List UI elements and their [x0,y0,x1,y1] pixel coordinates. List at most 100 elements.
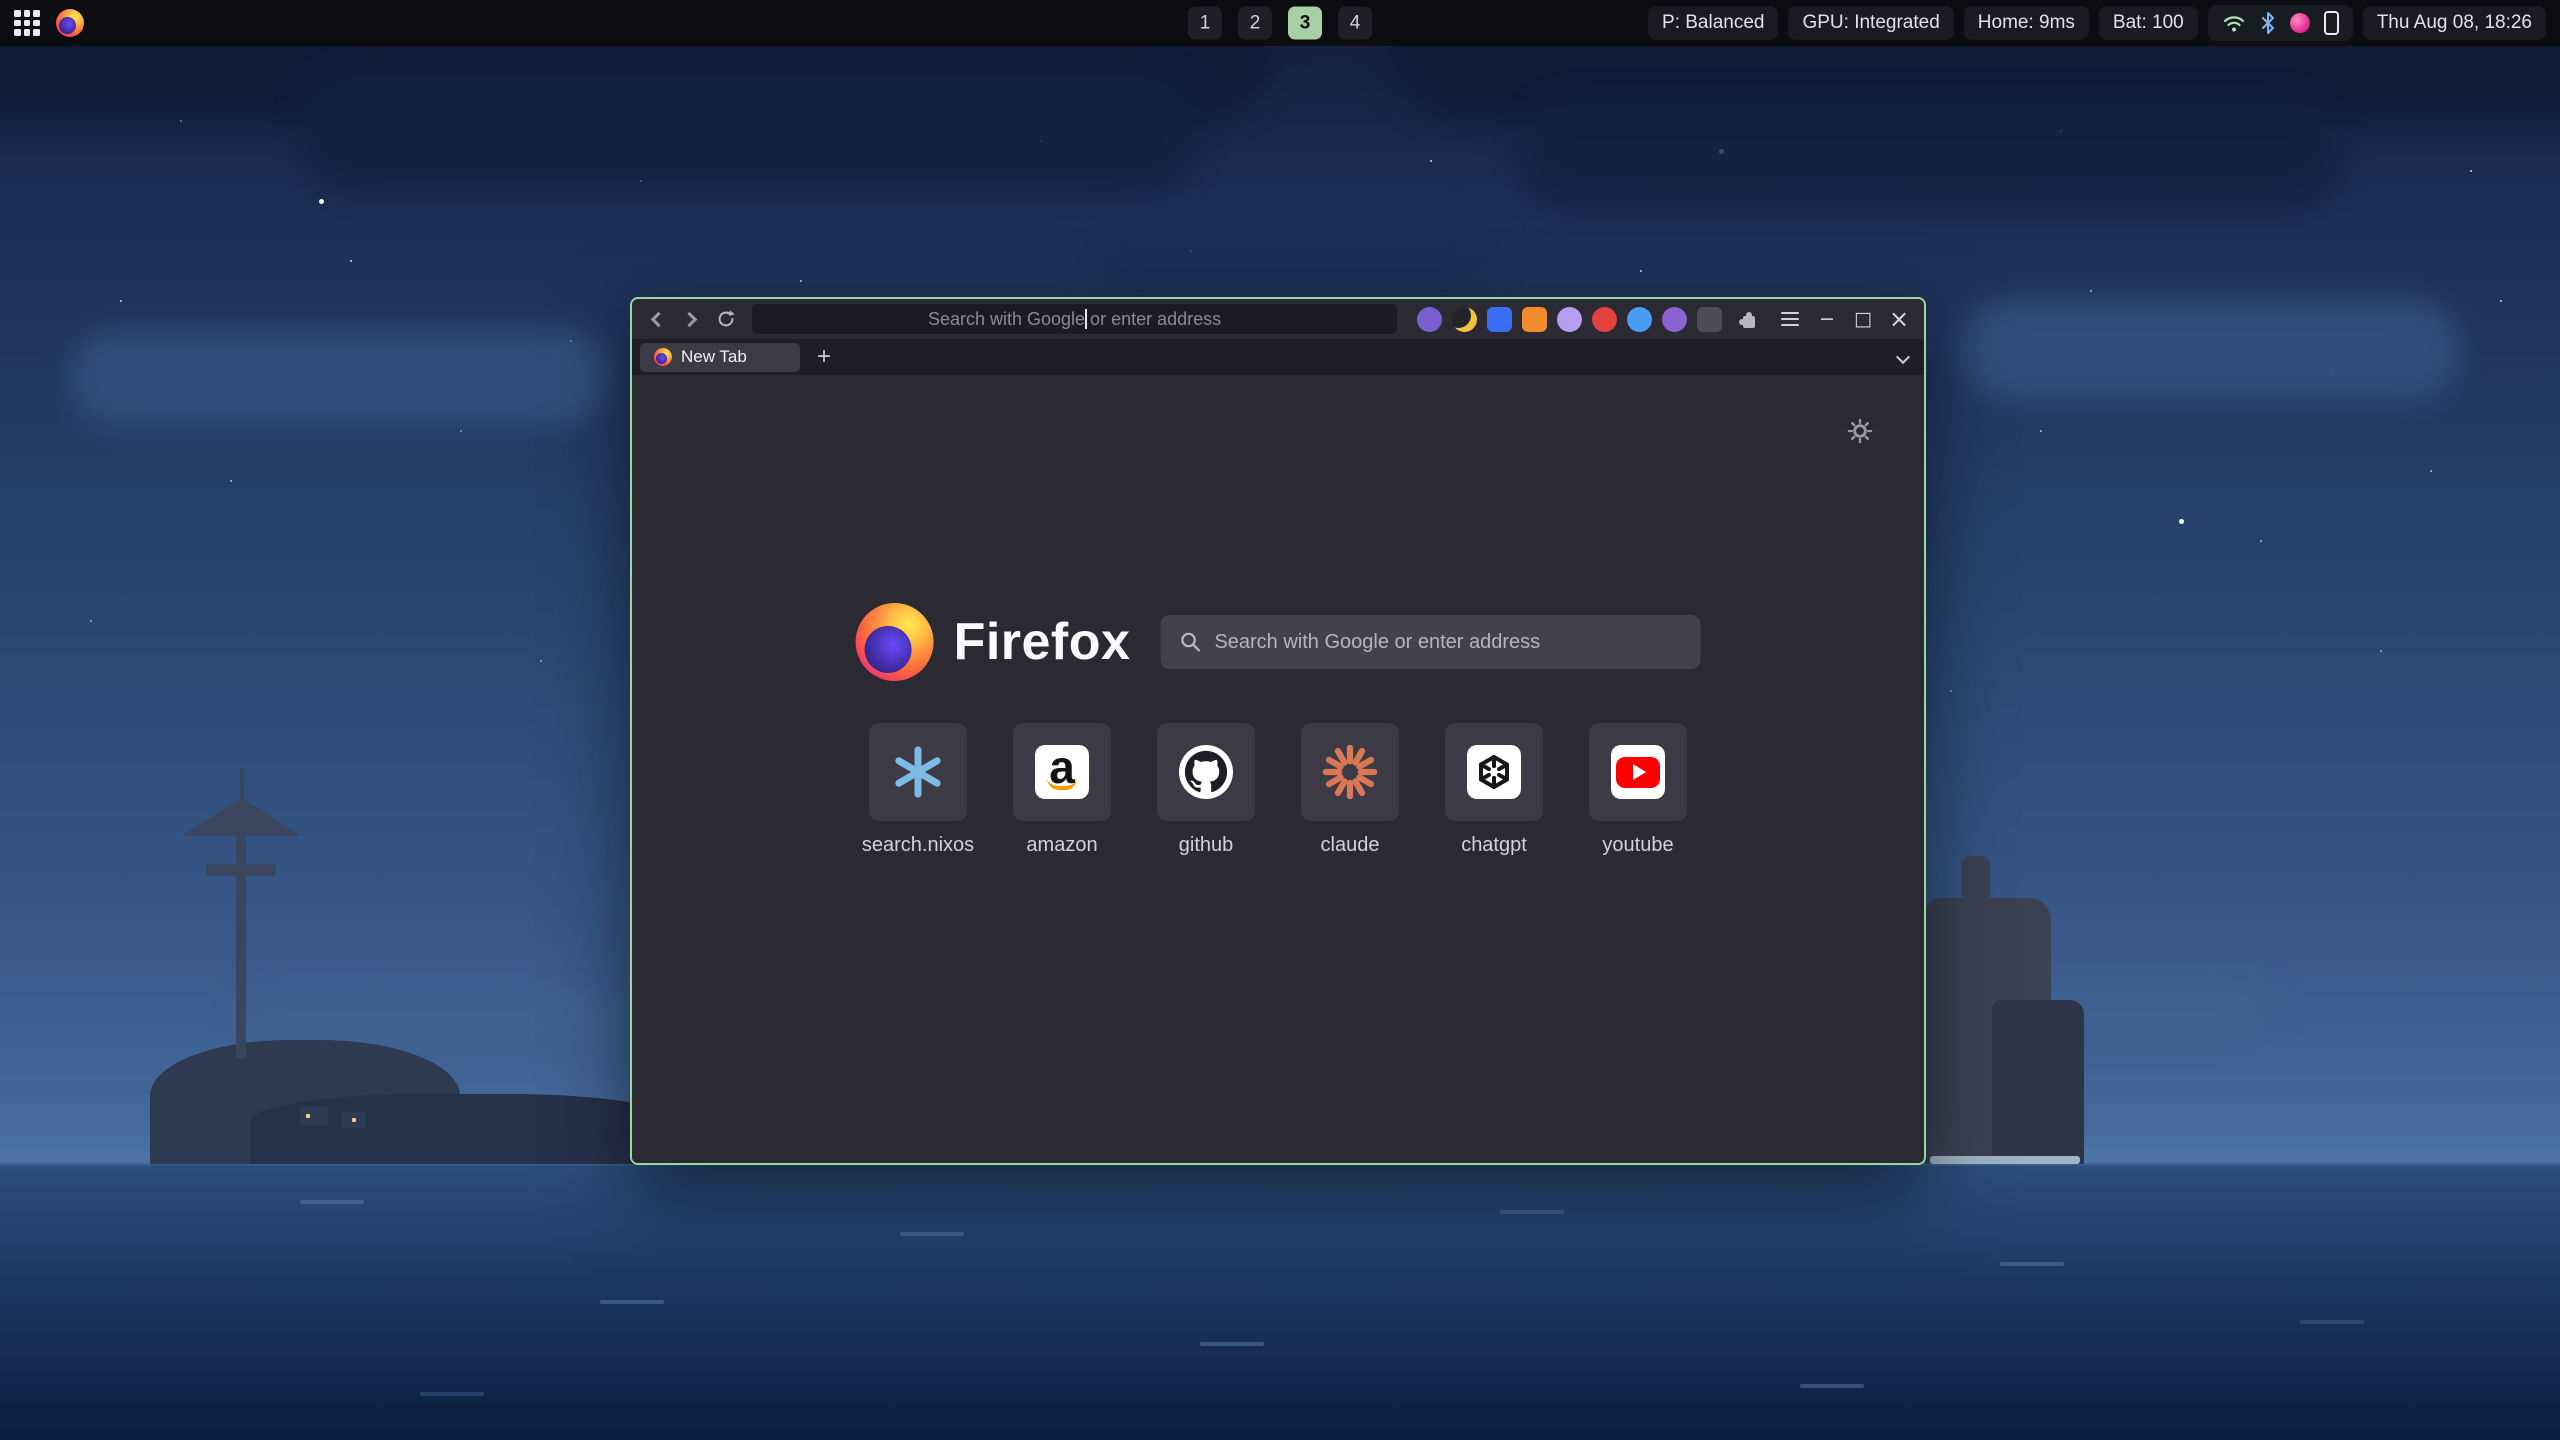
tab-new-tab[interactable]: New Tab [640,343,800,372]
shortcut-amazon[interactable]: a amazon [1013,723,1111,857]
status-modules: P: Balanced GPU: Integrated Home: 9ms Ba… [1648,5,2546,41]
home-latency-status: Home: 9ms [1964,6,2089,40]
extension-icon-3[interactable] [1487,307,1512,332]
newtab-search-placeholder: Search with Google or enter address [1214,631,1540,654]
shortcut-chatgpt[interactable]: chatgpt [1445,723,1543,857]
firefox-brand-row: Firefox Search with Google or enter addr… [856,603,1701,681]
extension-icon-7[interactable] [1627,307,1652,332]
forward-button[interactable] [677,304,706,334]
hut [300,1106,328,1126]
close-button[interactable]: × [1884,304,1914,334]
new-tab-page: Firefox Search with Google or enter addr… [632,375,1924,1163]
extension-toolbar [1417,304,1806,334]
tab-strip: New Tab + [632,339,1924,375]
amazon-icon: a [1035,745,1089,799]
workspace-button-2[interactable]: 2 [1238,7,1272,40]
tile-label: chatgpt [1461,834,1527,857]
power-profile-status: P: Balanced [1648,6,1778,40]
cloud [1080,215,1500,285]
bluetooth-icon[interactable] [2260,12,2276,34]
menu-icon[interactable] [1774,304,1806,334]
app-launcher-icon[interactable] [14,10,40,36]
url-bar-placeholder: Search with Google or enter address [928,309,1221,330]
cloud [1960,300,2460,400]
firefox-launcher-icon[interactable] [56,9,84,37]
gpu-label: GPU: Integrated [1802,12,1939,34]
battery-label: Bat: 100 [2113,12,2184,34]
cliff-right-shade [1992,1000,2084,1164]
clock[interactable]: Thu Aug 08, 18:26 [2363,6,2546,40]
watchtower-roof [181,798,301,836]
tab-title: New Tab [681,347,747,367]
reload-icon [715,308,737,330]
tile-box [1445,723,1543,821]
clock-label: Thu Aug 08, 18:26 [2377,12,2532,34]
workspace-button-3[interactable]: 3 [1288,7,1322,40]
firefox-wordmark: Firefox [954,612,1131,672]
shortcut-tiles: search.nixos a amazon [869,723,1687,857]
night-light-icon[interactable] [2290,13,2310,33]
gpu-status: GPU: Integrated [1788,6,1953,40]
tile-box [1157,723,1255,821]
list-all-tabs-chevron-icon[interactable] [1896,350,1910,364]
tile-box [869,723,967,821]
beach-strip [1930,1156,2080,1164]
back-button[interactable] [642,304,671,334]
home-latency-label: Home: 9ms [1978,12,2075,34]
tablet-icon[interactable] [2324,11,2339,35]
firefox-window: Search with Google or enter address [630,297,1926,1165]
extension-icon-8[interactable] [1662,307,1687,332]
minimize-button[interactable]: − [1812,304,1842,334]
extension-icon-5[interactable] [1557,307,1582,332]
gear-icon [1846,417,1874,445]
personalize-button[interactable] [1844,415,1876,447]
youtube-icon [1611,745,1665,799]
island-left-shore [250,1094,680,1164]
extension-icon-6[interactable] [1592,307,1617,332]
tile-label: amazon [1026,834,1097,857]
tile-label: search.nixos [862,834,974,857]
text-caret [1085,309,1087,329]
firefox-favicon [654,348,672,366]
nixos-icon [890,744,946,800]
cloud [300,70,1200,190]
firefox-logo [856,603,934,681]
cliff-spire [1962,856,1990,918]
maximize-button[interactable]: □ [1848,304,1878,334]
hut [342,1112,366,1128]
newtab-search-input[interactable]: Search with Google or enter address [1160,615,1700,669]
search-icon [1178,630,1202,654]
watchtower-pole [236,828,246,1058]
extension-icon-9[interactable] [1697,307,1722,332]
workspace-button-4[interactable]: 4 [1338,7,1372,40]
reload-button[interactable] [711,304,740,334]
wifi-icon[interactable] [2222,13,2246,33]
desktop: 1 2 3 4 P: Balanced GPU: Integrated Home… [0,0,2560,1440]
cloud [1520,100,2340,210]
claude-icon [1321,743,1379,801]
system-tray [2208,5,2353,41]
chatgpt-icon [1467,745,1521,799]
extension-icon-4[interactable] [1522,307,1547,332]
cloud [70,330,610,425]
tile-box: a [1013,723,1111,821]
workspace-button-1[interactable]: 1 [1188,7,1222,40]
github-icon [1179,745,1233,799]
tile-label: github [1179,834,1234,857]
power-profile-label: P: Balanced [1662,12,1764,34]
shortcut-claude[interactable]: claude [1301,723,1399,857]
new-tab-button[interactable]: + [810,343,838,371]
window-controls: − □ × [1812,304,1914,334]
watchtower-platform [206,864,276,876]
shortcut-search-nixos[interactable]: search.nixos [869,723,967,857]
battery-status: Bat: 100 [2099,6,2198,40]
extension-icon-2[interactable] [1452,307,1477,332]
extensions-puzzle-icon[interactable] [1732,304,1764,334]
extension-icon-1[interactable] [1417,307,1442,332]
top-bar: 1 2 3 4 P: Balanced GPU: Integrated Home… [0,0,2560,46]
url-bar[interactable]: Search with Google or enter address [752,304,1397,334]
tile-box [1589,723,1687,821]
shortcut-github[interactable]: github [1157,723,1255,857]
shortcut-youtube[interactable]: youtube [1589,723,1687,857]
workspace-switcher: 1 2 3 4 [1188,7,1372,40]
